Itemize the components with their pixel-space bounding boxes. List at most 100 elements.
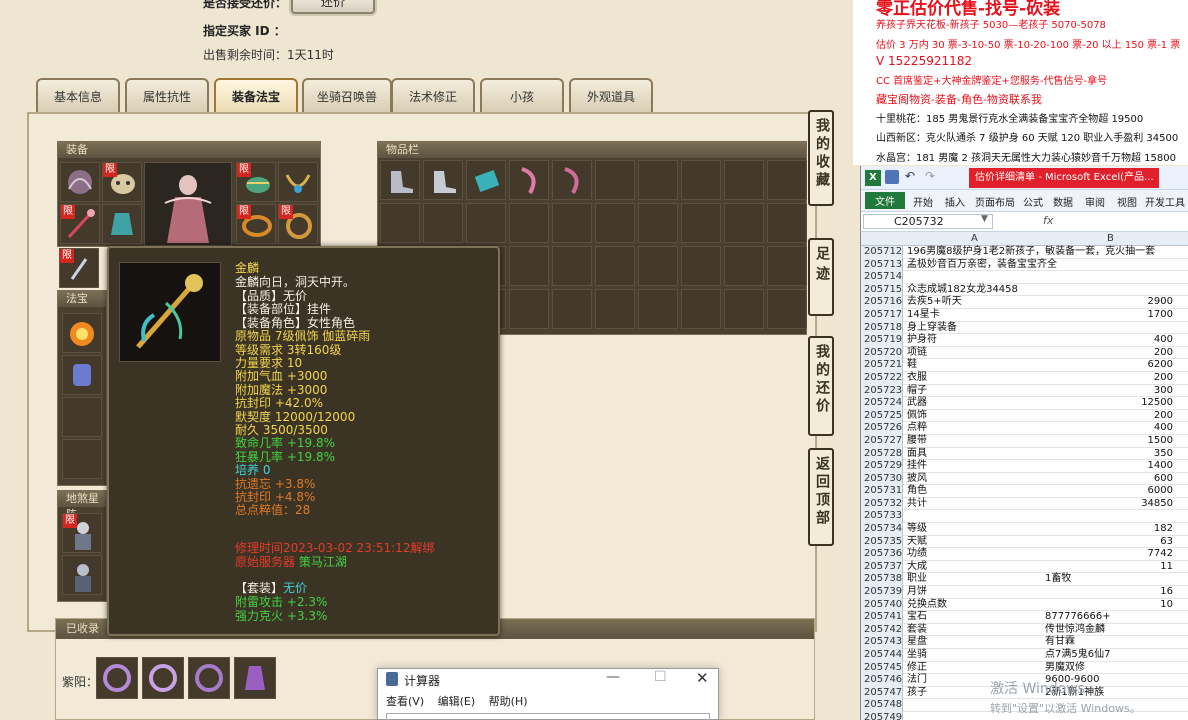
my-bargains-button[interactable]: 我的还价 [808,336,834,436]
cell-a[interactable]: 兑换点数 [907,599,947,612]
sheet-row[interactable]: 205734 等级 182 [861,523,1188,536]
sheet-row[interactable]: 205744 坐骑 点7满5鬼6仙7 [861,649,1188,662]
cell-a[interactable]: 等级 [907,523,927,536]
cell-b[interactable]: 1400 [1045,460,1173,473]
row-number[interactable]: 205720 [861,346,903,360]
collected-item[interactable] [234,657,276,699]
sheet-row[interactable]: 205726 点粹 400 [861,422,1188,435]
row-number[interactable]: 205748 [861,699,903,712]
cell-a[interactable]: 去疾5+听天 [907,296,962,309]
cell-b[interactable]: 12500 [1045,397,1173,410]
inventory-slot[interactable] [638,289,678,329]
cell-a[interactable]: 点粹 [907,422,927,435]
cell-a[interactable]: 大成 [907,561,927,574]
cell-a[interactable]: 帽子 [907,385,927,398]
tab-children[interactable]: 小孩 [480,78,564,112]
row-number[interactable]: 205713 [861,258,903,272]
row-number[interactable]: 205749 [861,711,903,720]
column-header-a[interactable]: A [971,233,978,244]
collected-item[interactable] [142,657,184,699]
row-number[interactable]: 205739 [861,586,903,599]
row-number[interactable]: 205743 [861,636,903,649]
inventory-slot[interactable] [681,289,721,329]
cell-a[interactable]: 套装 [907,624,927,637]
inventory-slot[interactable] [767,289,807,329]
row-number[interactable]: 205725 [861,409,903,423]
inventory-slot[interactable] [638,160,678,200]
cell-b[interactable]: 63 [1045,536,1173,549]
tab-appearance[interactable]: 外观道具 [569,78,653,112]
inventory-slot[interactable] [466,203,506,243]
inventory-slot[interactable] [595,160,635,200]
row-number[interactable]: 205747 [861,686,903,700]
cell-b[interactable]: 34850 [1045,498,1173,511]
inventory-slot[interactable] [638,203,678,243]
cell-b[interactable]: 400 [1045,334,1173,347]
cell-a[interactable]: 196男魔8级护身1老2新孩子，敏装备一套，克火抽一套 [907,246,1155,259]
inventory-slot[interactable] [681,160,721,200]
sheet-row[interactable]: 205717 14星卡 1700 [861,308,1188,322]
redo-icon[interactable]: ↷ [925,169,935,183]
cell-b[interactable]: 300 [1045,385,1173,398]
cell-a[interactable]: 职业 [907,573,927,586]
sheet-row[interactable]: 205723 帽子 300 [861,384,1188,398]
equipment-slot[interactable]: 限 [102,162,142,202]
row-number[interactable]: 205736 [861,548,903,561]
sheet-row[interactable]: 205733 [861,510,1188,524]
cell-b[interactable]: 600 [1045,473,1173,486]
cell-a[interactable]: 共计 [907,498,927,511]
bargain-button[interactable]: 还价 [291,0,375,14]
cell-b[interactable]: 182 [1045,523,1173,536]
sheet-row[interactable]: 205724 武器 12500 [861,397,1188,410]
sheet-row[interactable]: 205736 功绩 7742 [861,548,1188,561]
cell-b[interactable]: 1畜牧 [1045,573,1071,586]
cell-a[interactable]: 天赋 [907,536,927,549]
row-number[interactable]: 205719 [861,334,903,347]
sheet-row[interactable]: 205735 天赋 63 [861,535,1188,549]
cell-b[interactable]: 200 [1045,372,1173,385]
row-number[interactable]: 205738 [861,573,903,587]
cell-b[interactable]: 11 [1045,561,1173,574]
sheet-row[interactable]: 205727 腰带 1500 [861,434,1188,448]
cell-b[interactable]: 350 [1045,448,1173,461]
cell-a[interactable]: 14星卡 [907,309,940,322]
ribbon-tab[interactable]: 插入 [945,194,965,209]
earth-star-slot[interactable] [62,555,102,595]
cell-a[interactable]: 腰带 [907,435,927,448]
cell-b[interactable]: 2900 [1045,296,1173,309]
inventory-slot[interactable] [466,160,506,200]
inventory-slot[interactable] [767,203,807,243]
dropdown-arrow-icon[interactable]: ▼ [981,214,988,224]
sheet-row[interactable]: 205742 套装 传世惊鸿金麟 [861,623,1188,637]
footprint-button[interactable]: 足迹 [808,238,834,316]
cell-b[interactable]: 200 [1045,410,1173,423]
inventory-slot[interactable] [595,289,635,329]
cell-a[interactable]: 修正 [907,662,927,675]
inventory-slot[interactable] [423,160,463,200]
row-number[interactable]: 205716 [861,296,903,309]
menu-edit[interactable]: 编辑(E) [438,695,476,708]
row-number[interactable]: 205727 [861,434,903,448]
equipment-slot[interactable]: 限 [236,162,276,202]
cell-a[interactable]: 孟极妙音百万亲密，装备宝宝齐全 [907,259,1057,272]
cell-a[interactable]: 坐骑 [907,649,927,662]
row-number[interactable]: 205746 [861,674,903,687]
sheet-row[interactable]: 205719 护身符 400 [861,334,1188,347]
sheet-row[interactable]: 205732 共计 34850 [861,497,1188,511]
tab-mounts-summons[interactable]: 坐骑召唤兽 [302,78,392,112]
cell-a[interactable]: 面具 [907,448,927,461]
tab-equipment[interactable]: 装备法宝 [214,78,298,112]
my-favorites-button[interactable]: 我的收藏 [808,110,834,206]
sheet-row[interactable]: 205715 众志成城182女龙34458 [861,283,1188,297]
inventory-slot[interactable] [724,160,764,200]
inventory-slot[interactable] [724,246,764,286]
cell-a[interactable]: 佩饰 [907,410,927,423]
sheet-row[interactable]: 205712 196男魔8级护身1老2新孩子，敏装备一套，克火抽一套 [861,246,1188,259]
sheet-row[interactable]: 205713 孟极妙音百万亲密，装备宝宝齐全 [861,258,1188,272]
inventory-slot[interactable] [380,160,420,200]
cell-a[interactable]: 衣服 [907,372,927,385]
inventory-slot[interactable] [552,289,592,329]
row-number[interactable]: 205721 [861,359,903,372]
cell-b[interactable]: 400 [1045,422,1173,435]
row-number[interactable]: 205734 [861,523,903,536]
